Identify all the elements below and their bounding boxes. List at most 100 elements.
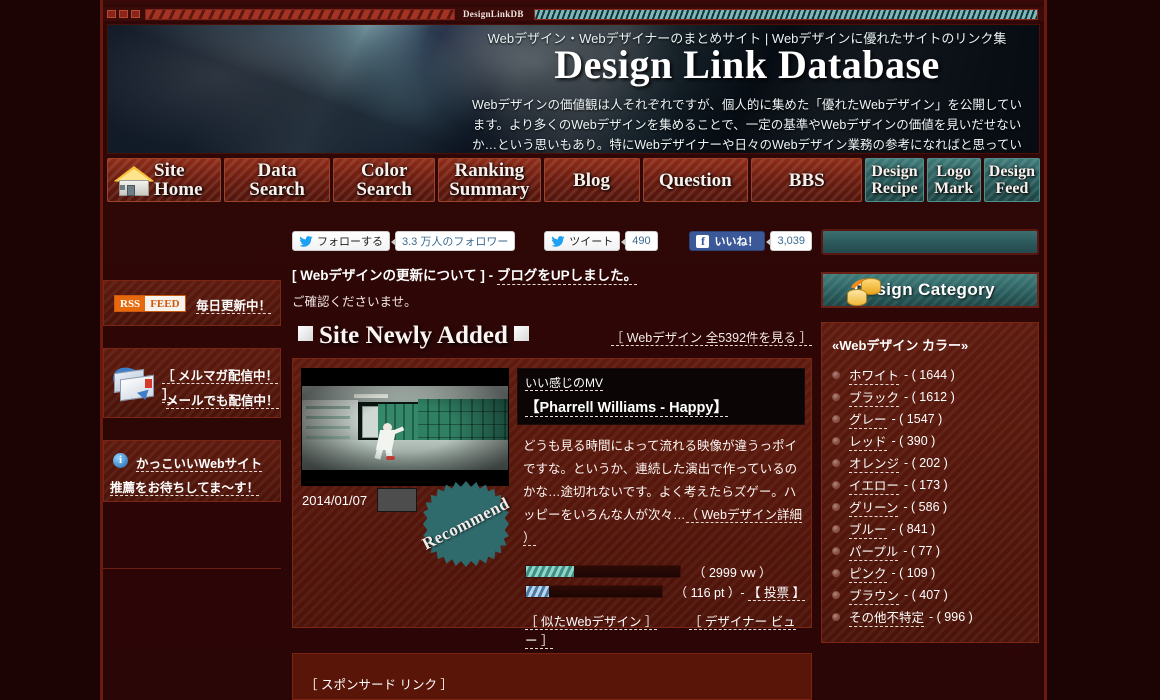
category-item-name: ホワイト [849, 365, 900, 385]
bullet-icon [832, 613, 840, 621]
tweet-button[interactable]: ツイート [544, 231, 621, 251]
category-list-panel: «Webデザイン カラー» ホワイト - ( 1644 ) ブラック - ( 1612… [821, 322, 1039, 643]
search-box[interactable] [821, 229, 1039, 255]
bullet-icon [832, 437, 840, 445]
nav-item-design-recipe[interactable]: Design Recipe [865, 158, 924, 202]
twitter-bird-icon [551, 235, 565, 247]
category-item-count: - ( 109 ) [891, 566, 936, 580]
update-notice: [ Webデザインの更新について ] - ブログをUPしました。 ご確認ください… [292, 264, 812, 310]
category-item[interactable]: その他不特定 - ( 996 ) [832, 606, 1028, 628]
twitter-follow-button[interactable]: フォローする [292, 231, 390, 251]
category-item[interactable]: イエロー - ( 173 ) [832, 474, 1028, 496]
nav-item-bbs[interactable]: BBS [751, 158, 863, 202]
category-item[interactable]: グレー - ( 1547 ) [832, 408, 1028, 430]
square-marker-icon [513, 326, 529, 341]
category-item[interactable]: オレンジ - ( 202 ) [832, 452, 1028, 474]
category-item-count: - ( 202 ) [904, 456, 948, 470]
nav-item-question[interactable]: Question [642, 158, 749, 202]
category-item-name: オレンジ [849, 453, 900, 473]
nav-item-line1: Design [988, 163, 1036, 180]
square-marker-icon [298, 326, 313, 341]
category-item-name: ピンク [849, 563, 887, 583]
category-item[interactable]: ブラック - ( 1612 ) [832, 386, 1028, 408]
facebook-like-button[interactable]: f いいね！ [689, 231, 766, 251]
nav-item-line1: Data [257, 160, 297, 181]
badge-label: Recommend [419, 493, 513, 554]
nav-item-line1: Color [360, 160, 408, 181]
view-all-link[interactable]: ［ Webデザイン 全5392件を見る ］ [610, 327, 812, 346]
category-item[interactable]: ブルー - ( 841 ) [832, 518, 1028, 540]
card-date: 2014/01/07 [302, 493, 368, 508]
recommend-line1: かっこいいWebサイト [136, 453, 263, 472]
card-stats: （ 2999 vw ） （ 116 pt ）- 【 投票 】 [517, 564, 805, 601]
sponsored-label: ［ スポンサード リンク ］ [305, 678, 453, 692]
category-item[interactable]: パープル - ( 77 ) [832, 540, 1028, 562]
category-item-name: グレー [849, 409, 887, 429]
category-item-count: - ( 1644 ) [904, 368, 955, 382]
twitter-follower-count[interactable]: 3.3 万人のフォロワー [390, 231, 516, 251]
recommend-line1-label: かっこいいWebサイト [136, 457, 263, 472]
rss-widget-text: 毎日更新中！ [196, 295, 272, 314]
nav-item-color-search[interactable]: Color Search [333, 158, 435, 202]
rss-widget[interactable]: RSS FEED 毎日更新中！ [103, 280, 281, 326]
rss-widget-label: 毎日更新中！ [196, 299, 272, 314]
newsletter-widget[interactable]: ［ メルマガ配信中！ ］ メールでも配信中！ [103, 348, 281, 418]
newsletter-line2-label: メールでも配信中！ [166, 394, 279, 409]
facebook-like-count[interactable]: 3,039 [766, 231, 812, 251]
facebook-icon: f [696, 234, 710, 248]
window-title: DesignLinkDB [463, 9, 524, 19]
nav-item-logo-mark[interactable]: Logo Mark [926, 158, 981, 202]
nav-item-line2: Summary [449, 179, 530, 200]
card-subtitle[interactable]: いい感じのMV [525, 374, 797, 391]
vote-link[interactable]: 【 投票 】 [748, 586, 805, 601]
nav-item-ranking-summary[interactable]: Ranking Summary [438, 158, 541, 202]
nav-item-blog[interactable]: Blog [543, 158, 640, 202]
titlebar-stripe-left [145, 8, 455, 20]
category-item[interactable]: レッド - ( 390 ) [832, 430, 1028, 452]
category-item-count: - ( 173 ) [903, 478, 948, 492]
notice-line2: ご確認くださいませ。 [292, 295, 417, 309]
category-item-name: グリーン [849, 497, 899, 517]
nav-item-design-feed[interactable]: Design Feed [983, 158, 1040, 202]
titlebar-stripe-right [533, 8, 1038, 20]
mail-arrow-tip [137, 389, 151, 402]
bullet-icon [832, 569, 840, 577]
tweet-count[interactable]: 490 [621, 231, 658, 251]
house-icon [114, 166, 154, 196]
tweet-label: ツイート [569, 236, 614, 248]
bullet-icon [832, 525, 840, 533]
nav-item-line2: Search [249, 179, 305, 200]
nav-item-site-home[interactable]: Site Home [107, 158, 221, 202]
hero-banner: Webデザイン・Webデザイナーのまとめサイト | Webデザインに優れたサイト… [107, 24, 1040, 154]
notice-line1: [ Webデザインの更新について ] - ブログをUPしました。 [292, 264, 812, 285]
site-card: 2014/01/07 Recommend いい感じのMV 【Pharrell W… [292, 358, 812, 649]
thumbnail-image [302, 386, 508, 470]
category-item[interactable]: グリーン - ( 586 ) [832, 496, 1028, 518]
mail-stamp [145, 379, 152, 388]
nav-item-line2: BBS [788, 169, 825, 191]
rss-feed-icon: RSS FEED [114, 295, 186, 312]
right-sidebar: Design Category «Webデザイン カラー» ホワイト - ( 16… [821, 272, 1039, 643]
recommend-line2: 推薦をお待ちしてま〜す！ [110, 477, 260, 496]
bullet-icon [832, 547, 840, 555]
card-title-block: いい感じのMV 【Pharrell Williams - Happy】 [517, 368, 805, 425]
search-input[interactable] [823, 231, 1037, 253]
similar-design-link[interactable]: ［ 似たWebデザイン ］ [525, 615, 671, 630]
category-item-count: - ( 390 ) [891, 434, 936, 448]
nav-item-data-search[interactable]: Data Search [223, 158, 331, 202]
category-item-name: レッド [849, 431, 887, 451]
recommend-site-widget[interactable]: i かっこいいWebサイト 推薦をお待ちしてま〜す！ [103, 440, 281, 502]
category-item[interactable]: ピンク - ( 109 ) [832, 562, 1028, 584]
nav-item-line1: Design [871, 163, 918, 180]
hero-text-block: Webデザイン・Webデザイナーのまとめサイト | Webデザインに優れたサイト… [467, 31, 1027, 153]
notice-link[interactable]: ブログをUPしました。 [496, 268, 638, 285]
card-title[interactable]: 【Pharrell Williams - Happy】 [525, 396, 797, 417]
category-item[interactable]: ホワイト - ( 1644 ) [832, 364, 1028, 386]
thumbnail-vignette [302, 386, 508, 470]
rss-badge-a: RSS [115, 296, 146, 311]
points-label-text: （ 116 pt ）- [674, 586, 745, 600]
category-item[interactable]: ブラウン - ( 407 ) [832, 584, 1028, 606]
card-content: いい感じのMV 【Pharrell Williams - Happy】 どうも見… [517, 368, 805, 649]
bullet-icon [832, 371, 840, 379]
category-item-count: - ( 1547 ) [891, 412, 943, 426]
